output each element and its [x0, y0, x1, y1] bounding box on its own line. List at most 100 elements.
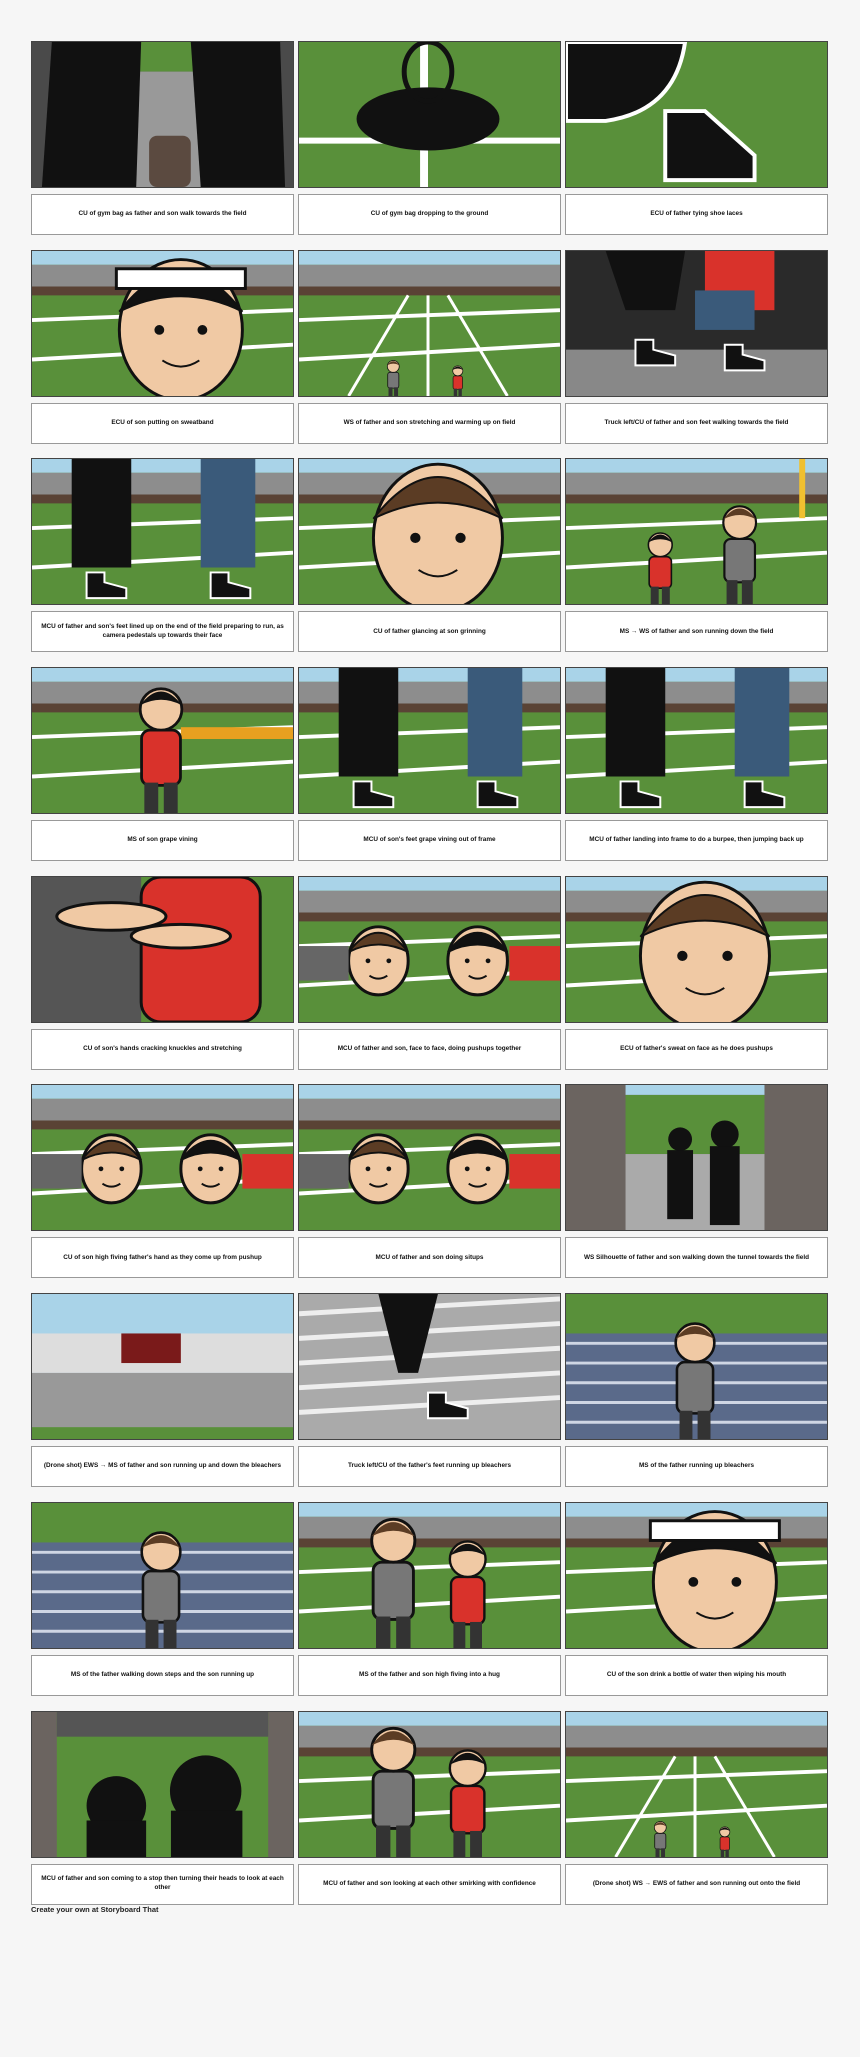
storyboard-panel-image	[298, 1501, 561, 1649]
scene-illustration	[566, 1502, 827, 1648]
storyboard-panel-image	[31, 458, 294, 606]
scene-illustration	[32, 1502, 293, 1648]
storyboard-cell: MCU of father and son's feet lined up on…	[31, 458, 294, 663]
scene-illustration	[566, 876, 827, 1022]
storyboard-caption: MCU of father and son doing situps	[298, 1237, 561, 1279]
storyboard-panel-image	[298, 1293, 561, 1441]
storyboard-cell: (Drone shot) EWS → MS of father and son …	[31, 1293, 294, 1498]
storyboard-cell: MCU of father and son coming to a stop t…	[31, 1710, 294, 1916]
storyboard-cell: MS of the father and son high fiving int…	[298, 1501, 561, 1707]
storyboard-caption: MS of son grape vining	[31, 820, 294, 862]
storyboard-panel-image	[31, 1501, 294, 1649]
scene-illustration	[299, 1502, 560, 1648]
storyboard-caption: MCU of father and son's feet lined up on…	[31, 611, 294, 653]
storyboard-cell: WS Silhouette of father and son walking …	[565, 1084, 828, 1289]
scene-illustration	[566, 250, 827, 396]
storyboard-cell: CU of son high fiving father's hand as t…	[31, 1084, 294, 1289]
storyboard-grid: CU of gym bag as father and son walk tow…	[31, 41, 828, 1916]
storyboard-panel-image	[298, 249, 561, 397]
storyboard-cell: WS of father and son stretching and warm…	[298, 249, 561, 455]
storyboard-caption: ECU of father tying shoe laces	[565, 194, 828, 235]
scene-illustration	[32, 459, 293, 605]
storyboard-cell: CU of father glancing at son grinning	[298, 458, 561, 663]
storyboard-cell: MCU of father and son, face to face, doi…	[298, 875, 561, 1081]
storyboard-cell: CU of gym bag dropping to the ground	[298, 41, 561, 246]
scene-illustration	[299, 42, 560, 187]
storyboard-caption: ECU of father's sweat on face as he does…	[565, 1028, 828, 1070]
scene-illustration	[299, 876, 560, 1022]
scene-illustration	[566, 42, 827, 187]
storyboard-panel-image	[298, 1084, 561, 1232]
storyboard-cell: MCU of son's feet grape vining out of fr…	[298, 667, 561, 872]
storyboard-panel-image	[31, 249, 294, 397]
storyboard-caption: MCU of father and son coming to a stop t…	[31, 1863, 294, 1905]
scene-illustration	[299, 250, 560, 396]
storyboard-panel-image	[298, 667, 561, 815]
storyboard-cell: ECU of father tying shoe laces	[565, 41, 828, 246]
scene-illustration	[299, 1085, 560, 1231]
storyboard-cell: ECU of father's sweat on face as he does…	[565, 875, 828, 1081]
storyboard-panel-image	[565, 875, 828, 1023]
scene-illustration	[566, 668, 827, 814]
storyboard-panel-image	[31, 1710, 294, 1858]
scene-illustration	[566, 1294, 827, 1440]
storyboard-caption: MCU of father and son looking at each ot…	[298, 1863, 561, 1905]
storyboard-caption: CU of son high fiving father's hand as t…	[31, 1237, 294, 1279]
storyboard-cell: MS of the father walking down steps and …	[31, 1501, 294, 1707]
scene-illustration	[299, 459, 560, 605]
storyboard-panel-image	[31, 1084, 294, 1232]
storyboard-panel-image	[298, 875, 561, 1023]
storyboard-caption: MCU of father landing into frame to do a…	[565, 820, 828, 862]
storyboard-panel-image	[565, 1501, 828, 1649]
scene-illustration	[32, 1711, 293, 1857]
scene-illustration	[32, 42, 293, 187]
storyboard-caption: MS → WS of father and son running down t…	[565, 611, 828, 653]
storyboard-panel-image	[31, 1293, 294, 1441]
scene-illustration	[566, 1085, 827, 1231]
scene-illustration	[299, 1711, 560, 1857]
storyboard-panel-image	[565, 667, 828, 815]
storyboard-panel-image	[565, 1710, 828, 1858]
storyboard-caption: CU of gym bag dropping to the ground	[298, 194, 561, 235]
scene-illustration	[566, 459, 827, 605]
storyboard-cell: MS of son grape vining	[31, 667, 294, 872]
storyboard-caption: WS of father and son stretching and warm…	[298, 402, 561, 444]
storyboard-panel-image	[565, 1293, 828, 1441]
storyboard-caption: WS Silhouette of father and son walking …	[565, 1237, 828, 1279]
storyboard-cell: MCU of father and son doing situps	[298, 1084, 561, 1289]
storyboard-cell: CU of gym bag as father and son walk tow…	[31, 41, 294, 246]
storyboard-panel-image	[298, 1710, 561, 1858]
storyboard-caption: Truck left/CU of father and son feet wal…	[565, 402, 828, 444]
storyboard-caption: MCU of father and son, face to face, doi…	[298, 1028, 561, 1070]
storyboard-cell: Truck left/CU of the father's feet runni…	[298, 1293, 561, 1498]
storyboard-caption: MCU of son's feet grape vining out of fr…	[298, 820, 561, 862]
storyboard-panel-image	[31, 875, 294, 1023]
storyboard-cell: Truck left/CU of father and son feet wal…	[565, 249, 828, 455]
scene-illustration	[32, 668, 293, 814]
storyboard-caption: MS of the father running up bleachers	[565, 1446, 828, 1488]
storyboard-caption: Truck left/CU of the father's feet runni…	[298, 1446, 561, 1488]
storyboard-panel-image	[565, 41, 828, 188]
scene-illustration	[32, 876, 293, 1022]
storyboard: CU of gym bag as father and son walk tow…	[0, 0, 860, 2057]
storyboard-caption: CU of son's hands cracking knuckles and …	[31, 1028, 294, 1070]
storyboard-cell: CU of the son drink a bottle of water th…	[565, 1501, 828, 1707]
storyboard-cell: (Drone shot) WS → EWS of father and son …	[565, 1710, 828, 1916]
scene-illustration	[32, 1085, 293, 1231]
storyboard-panel-image	[31, 667, 294, 815]
storyboard-caption: (Drone shot) WS → EWS of father and son …	[565, 1863, 828, 1905]
storyboard-panel-image	[565, 458, 828, 606]
storyboard-caption: CU of gym bag as father and son walk tow…	[31, 194, 294, 235]
scene-illustration	[32, 250, 293, 396]
storyboard-panel-image	[565, 249, 828, 397]
scene-illustration	[299, 1294, 560, 1440]
storyboard-caption: CU of father glancing at son grinning	[298, 611, 561, 653]
storyboard-cell: MCU of father landing into frame to do a…	[565, 667, 828, 872]
storyboard-caption: CU of the son drink a bottle of water th…	[565, 1654, 828, 1696]
storyboard-caption: (Drone shot) EWS → MS of father and son …	[31, 1446, 294, 1488]
storyboard-caption: MS of the father and son high fiving int…	[298, 1654, 561, 1696]
storyboard-panel-image	[298, 41, 561, 188]
footer-credit[interactable]: Create your own at Storyboard That	[31, 1905, 159, 1914]
storyboard-panel-image	[298, 458, 561, 606]
storyboard-panel-image	[31, 41, 294, 188]
